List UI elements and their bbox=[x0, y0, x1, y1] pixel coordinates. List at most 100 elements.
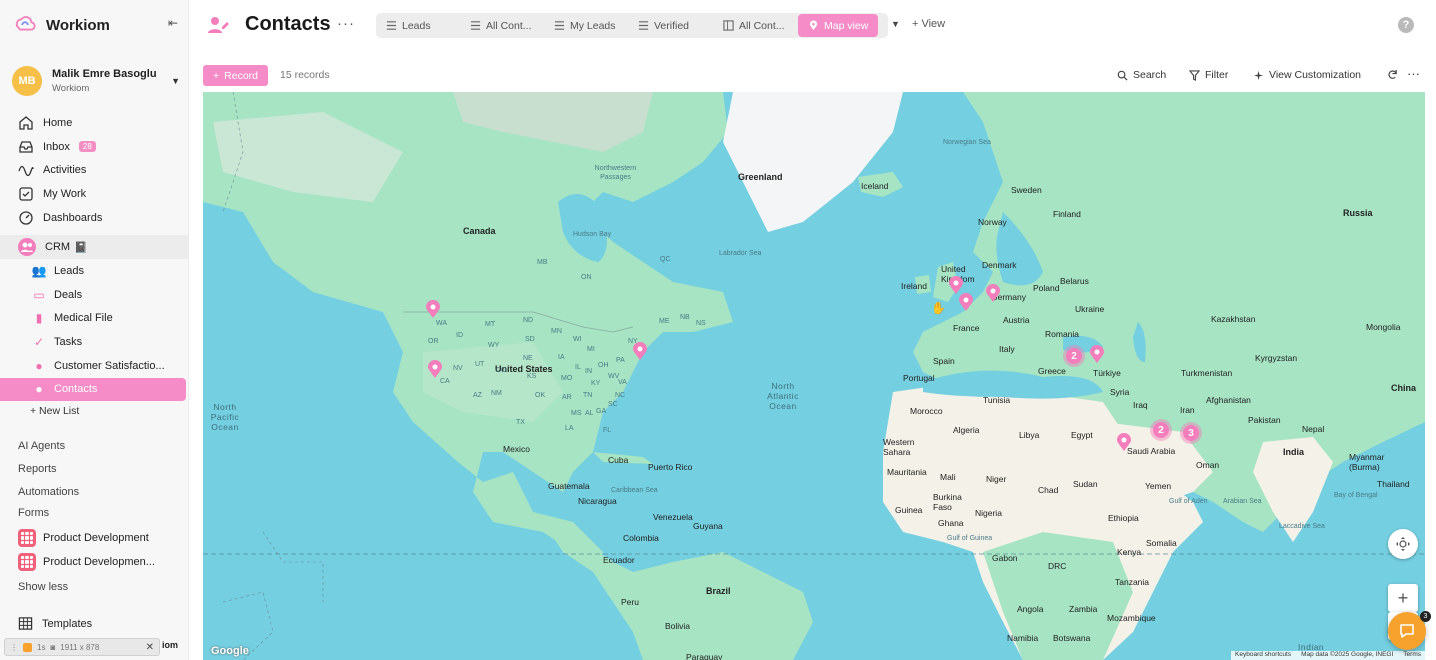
map-label: Morocco bbox=[910, 406, 943, 416]
map-marker[interactable] bbox=[949, 276, 963, 294]
sidebar-item-reports[interactable]: Reports bbox=[18, 463, 57, 475]
sidebar-item-dashboards[interactable]: Dashboards bbox=[0, 206, 189, 230]
state-label: TN bbox=[583, 392, 593, 399]
map-label: Bolivia bbox=[665, 621, 691, 631]
state-label: NB bbox=[680, 314, 690, 321]
title-more-icon[interactable]: ··· bbox=[337, 15, 355, 32]
user-icon: ● bbox=[35, 358, 43, 373]
collapse-sidebar-icon[interactable]: ⇤ bbox=[168, 16, 182, 30]
sidebar-item-product-development[interactable]: Product Development bbox=[18, 529, 149, 547]
map-marker[interactable] bbox=[633, 342, 647, 360]
close-icon[interactable]: ✕ bbox=[146, 642, 154, 653]
state-label: OK bbox=[535, 392, 546, 399]
more-options-icon[interactable]: ··· bbox=[1407, 66, 1420, 81]
list-icon bbox=[470, 21, 481, 30]
record-icon[interactable] bbox=[23, 642, 32, 652]
state-label: KS bbox=[527, 373, 537, 380]
add-view-button[interactable]: + View bbox=[912, 18, 945, 30]
map-marker[interactable] bbox=[1090, 345, 1104, 363]
tab-verified[interactable]: Verified bbox=[638, 13, 689, 38]
sidebar-item-label: Contacts bbox=[54, 383, 98, 396]
tab-label: My Leads bbox=[570, 19, 616, 32]
sidebar-item-product-development-2[interactable]: Product Developmen... bbox=[18, 553, 155, 571]
terms-link[interactable]: Terms bbox=[1403, 651, 1421, 660]
tab-my-leads[interactable]: My Leads bbox=[554, 13, 616, 38]
tab-leads[interactable]: Leads bbox=[386, 13, 431, 38]
map-marker[interactable] bbox=[428, 360, 442, 378]
new-list-button[interactable]: + New List bbox=[0, 401, 189, 421]
map-label: Nicaragua bbox=[578, 496, 617, 506]
sidebar-item-customer-satisfaction[interactable]: ● Customer Satisfactio... bbox=[0, 354, 189, 378]
view-tabs: Leads All Cont... My Leads Verified All … bbox=[376, 13, 888, 38]
sidebar-item-my-work[interactable]: My Work bbox=[0, 182, 189, 206]
sidebar-item-contacts[interactable]: ● Contacts bbox=[0, 377, 186, 402]
map-label: Poland bbox=[1033, 283, 1060, 293]
workiom-logo-icon bbox=[15, 16, 36, 31]
sidebar-item-home[interactable]: Home bbox=[0, 111, 189, 135]
grid-icon bbox=[18, 617, 33, 630]
filter-button[interactable]: Filter bbox=[1189, 69, 1228, 81]
show-less-button[interactable]: Show less bbox=[18, 581, 68, 593]
tab-all-contacts-board[interactable]: All Cont... bbox=[723, 13, 785, 38]
sea-label: Norwegian Sea bbox=[943, 139, 991, 146]
board-icon bbox=[723, 20, 734, 31]
user-org: Workiom bbox=[52, 83, 90, 94]
sidebar-item-deals[interactable]: ▭ Deals bbox=[0, 283, 189, 307]
sidebar-item-automations[interactable]: Automations bbox=[18, 486, 79, 498]
views-dropdown-icon[interactable]: ▼ bbox=[891, 19, 900, 29]
map-label: France bbox=[953, 323, 980, 333]
map-marker[interactable] bbox=[426, 300, 440, 318]
camera-icon[interactable]: ◙ bbox=[50, 643, 55, 652]
map-marker[interactable] bbox=[1117, 433, 1131, 451]
add-record-button[interactable]: + Record bbox=[203, 65, 268, 86]
map-cluster[interactable]: 3 bbox=[1180, 422, 1202, 444]
brand[interactable]: Workiom bbox=[14, 14, 110, 36]
map-marker[interactable] bbox=[959, 293, 973, 311]
sidebar-item-activities[interactable]: Activities bbox=[0, 158, 189, 182]
sidebar-item-templates[interactable]: Templates bbox=[18, 616, 92, 631]
sidebar-item-label: Customer Satisfactio... bbox=[54, 359, 165, 372]
sidebar-item-label: Activities bbox=[43, 164, 87, 177]
sidebar-item-ai-agents[interactable]: AI Agents bbox=[18, 440, 65, 452]
refresh-button[interactable] bbox=[1387, 69, 1398, 80]
state-label: IA bbox=[558, 354, 565, 361]
table-app-icon bbox=[18, 529, 36, 547]
sidebar-item-medical-file[interactable]: ▮ Medical File bbox=[0, 307, 189, 331]
help-icon[interactable]: ? bbox=[1398, 17, 1414, 33]
map-label: Mexico bbox=[503, 444, 530, 454]
sea-label: Labrador Sea bbox=[719, 250, 762, 257]
map-cluster[interactable]: 2 bbox=[1063, 345, 1085, 367]
search-label: Search bbox=[1133, 69, 1167, 81]
map-label: Gabon bbox=[992, 553, 1018, 563]
state-label: CA bbox=[440, 378, 450, 385]
map-label: Thailand bbox=[1377, 479, 1410, 489]
search-button[interactable]: Search bbox=[1117, 69, 1166, 81]
zoom-in-button[interactable]: + bbox=[1388, 584, 1418, 612]
map-label: Botswana bbox=[1053, 633, 1091, 643]
map-label: Paraguay bbox=[686, 652, 723, 660]
map-label: Guinea bbox=[895, 505, 923, 515]
tab-all-contacts[interactable]: All Cont... bbox=[470, 13, 532, 38]
sidebar-item-forms[interactable]: Forms bbox=[18, 507, 49, 519]
keyboard-shortcuts-link[interactable]: Keyboard shortcuts bbox=[1235, 651, 1291, 660]
sidebar-item-label: Medical File bbox=[54, 312, 113, 325]
fullscreen-icon[interactable] bbox=[1388, 529, 1418, 559]
crm-app-icon bbox=[18, 238, 36, 257]
map-label: Burkina Faso bbox=[933, 492, 962, 512]
filter-label: Filter bbox=[1205, 69, 1229, 81]
tab-map-view[interactable]: Map view bbox=[798, 14, 879, 37]
map-label: Belarus bbox=[1060, 276, 1089, 286]
sidebar-item-crm[interactable]: CRM 📓 bbox=[0, 235, 189, 260]
view-customization-button[interactable]: View Customization bbox=[1253, 69, 1361, 81]
map-label: Denmark bbox=[982, 260, 1017, 270]
map-view[interactable]: Greenland Iceland Canada United States M… bbox=[203, 92, 1425, 660]
map-marker[interactable] bbox=[986, 284, 1000, 302]
sparkle-icon bbox=[1253, 70, 1264, 80]
drag-handle-icon[interactable]: ⋮ bbox=[10, 643, 18, 652]
state-label: ME bbox=[659, 318, 670, 325]
map-cluster[interactable]: 2 bbox=[1150, 419, 1172, 441]
sidebar-item-leads[interactable]: 👥 Leads bbox=[0, 259, 189, 283]
sidebar-item-tasks[interactable]: ✓ Tasks bbox=[0, 330, 189, 354]
user-switcher[interactable]: MB Malik Emre Basoglu Workiom ▼ bbox=[12, 64, 182, 98]
sidebar-item-inbox[interactable]: Inbox 28 bbox=[0, 135, 189, 159]
